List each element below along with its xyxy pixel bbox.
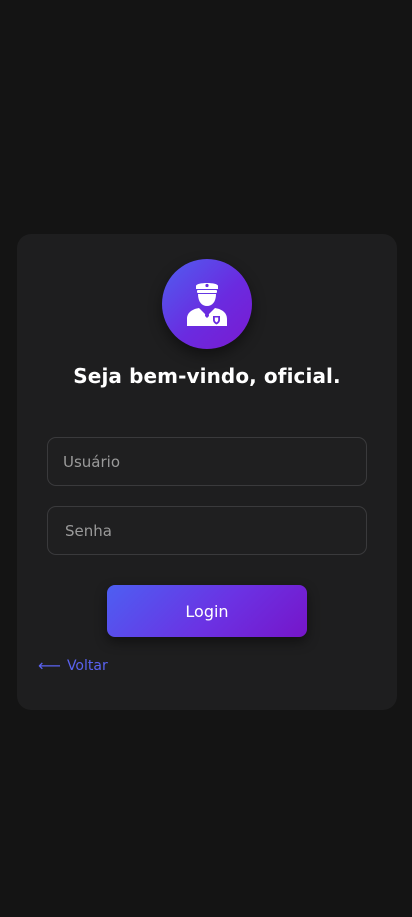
back-label: Voltar [66, 658, 108, 674]
back-link[interactable]: ⟵ Voltar [38, 656, 108, 675]
password-field[interactable] [47, 506, 367, 555]
login-card: Seja bem-vindo, oficial. Login ⟵ Voltar [17, 234, 397, 710]
arrow-left-icon: ⟵ [38, 656, 61, 675]
page-title: Seja bem-vindo, oficial. [73, 364, 341, 388]
username-field[interactable] [47, 437, 367, 486]
login-button[interactable]: Login [107, 585, 307, 637]
police-officer-icon [162, 259, 252, 349]
